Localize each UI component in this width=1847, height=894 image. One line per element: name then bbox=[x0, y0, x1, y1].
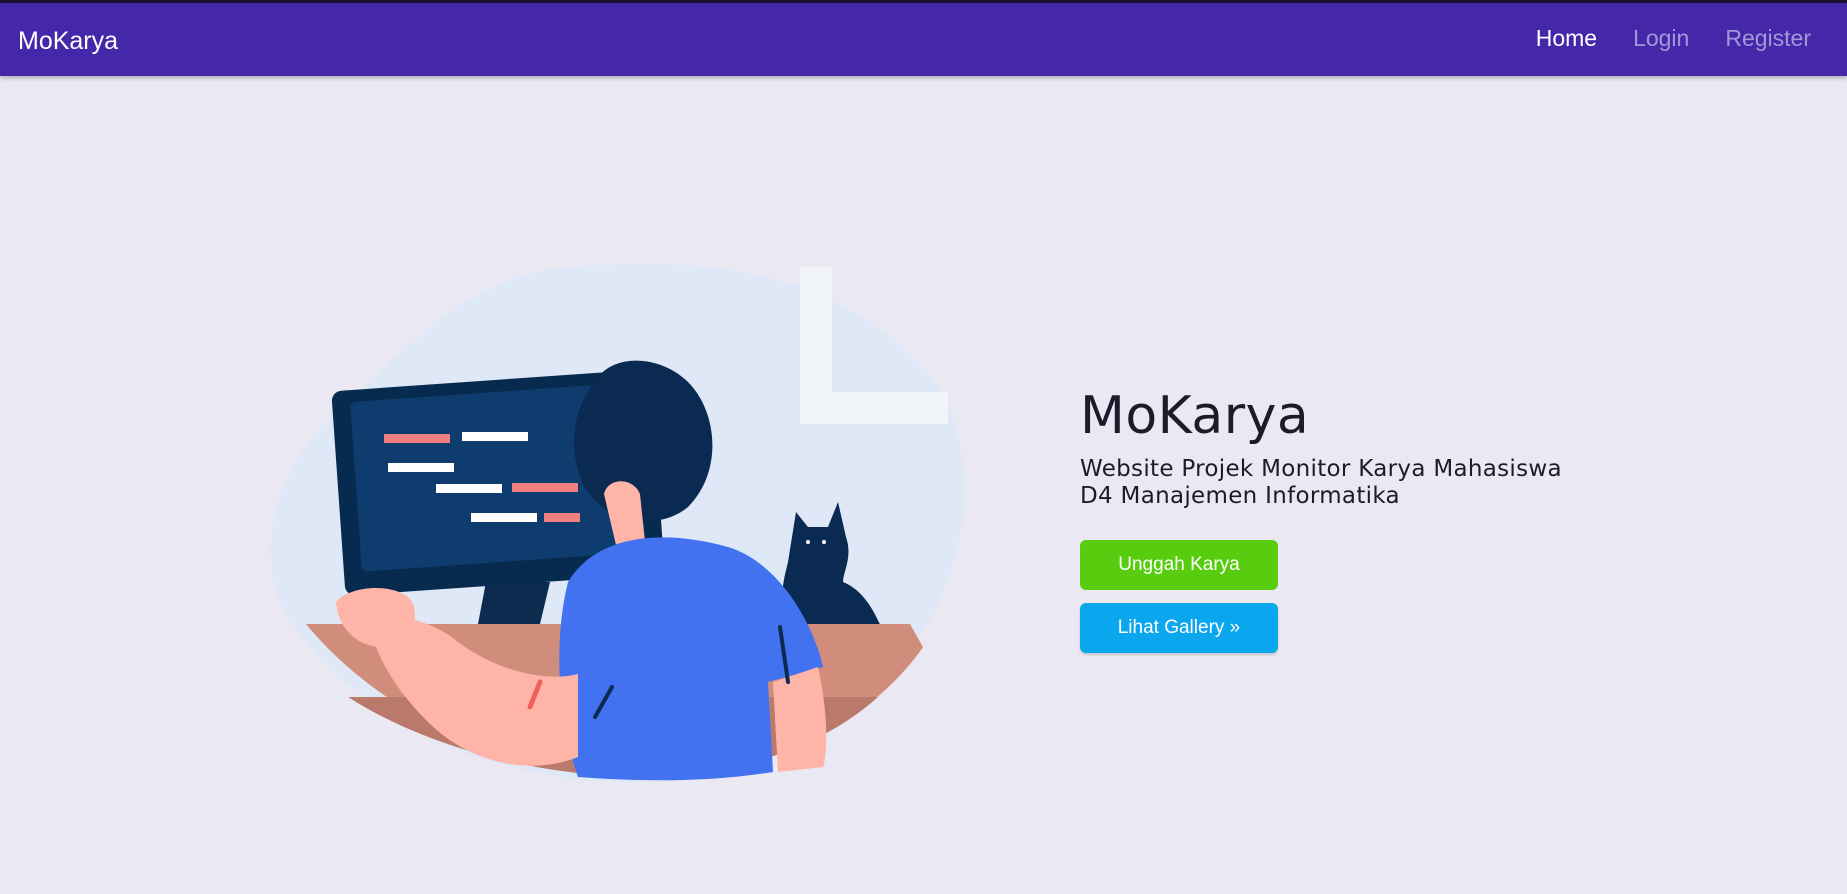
nav-login-link[interactable]: Login bbox=[1633, 25, 1689, 52]
brand-link[interactable]: MoKarya bbox=[18, 27, 118, 56]
person-right-arm bbox=[773, 667, 827, 772]
hero-subtitle-line2: D4 Manajemen Informatika bbox=[1080, 483, 1400, 509]
navbar: MoKarya Home Login Register bbox=[0, 3, 1847, 76]
monitor-stand bbox=[478, 582, 550, 624]
nav-register-link[interactable]: Register bbox=[1725, 25, 1811, 52]
code-line bbox=[512, 483, 578, 492]
hero-subtitle-line1: Website Projek Monitor Karya Mahasiswa bbox=[1080, 456, 1562, 482]
hero-section: MoKarya Website Projek Monitor Karya Mah… bbox=[1080, 386, 1680, 653]
code-line bbox=[544, 513, 580, 522]
code-line bbox=[384, 434, 450, 443]
code-line bbox=[436, 484, 502, 493]
hero-title: MoKarya bbox=[1080, 386, 1310, 446]
view-gallery-button[interactable]: Lihat Gallery » bbox=[1080, 603, 1278, 653]
nav-links: Home Login Register bbox=[1536, 25, 1811, 52]
upload-work-button[interactable]: Unggah Karya bbox=[1080, 540, 1278, 590]
code-line bbox=[462, 432, 528, 441]
nav-home-link[interactable]: Home bbox=[1536, 25, 1597, 52]
developer-illustration bbox=[270, 263, 965, 783]
code-line bbox=[471, 513, 537, 522]
code-line bbox=[388, 463, 454, 472]
hero-subtitle: Website Projek Monitor Karya Mahasiswa D… bbox=[1080, 456, 1680, 510]
